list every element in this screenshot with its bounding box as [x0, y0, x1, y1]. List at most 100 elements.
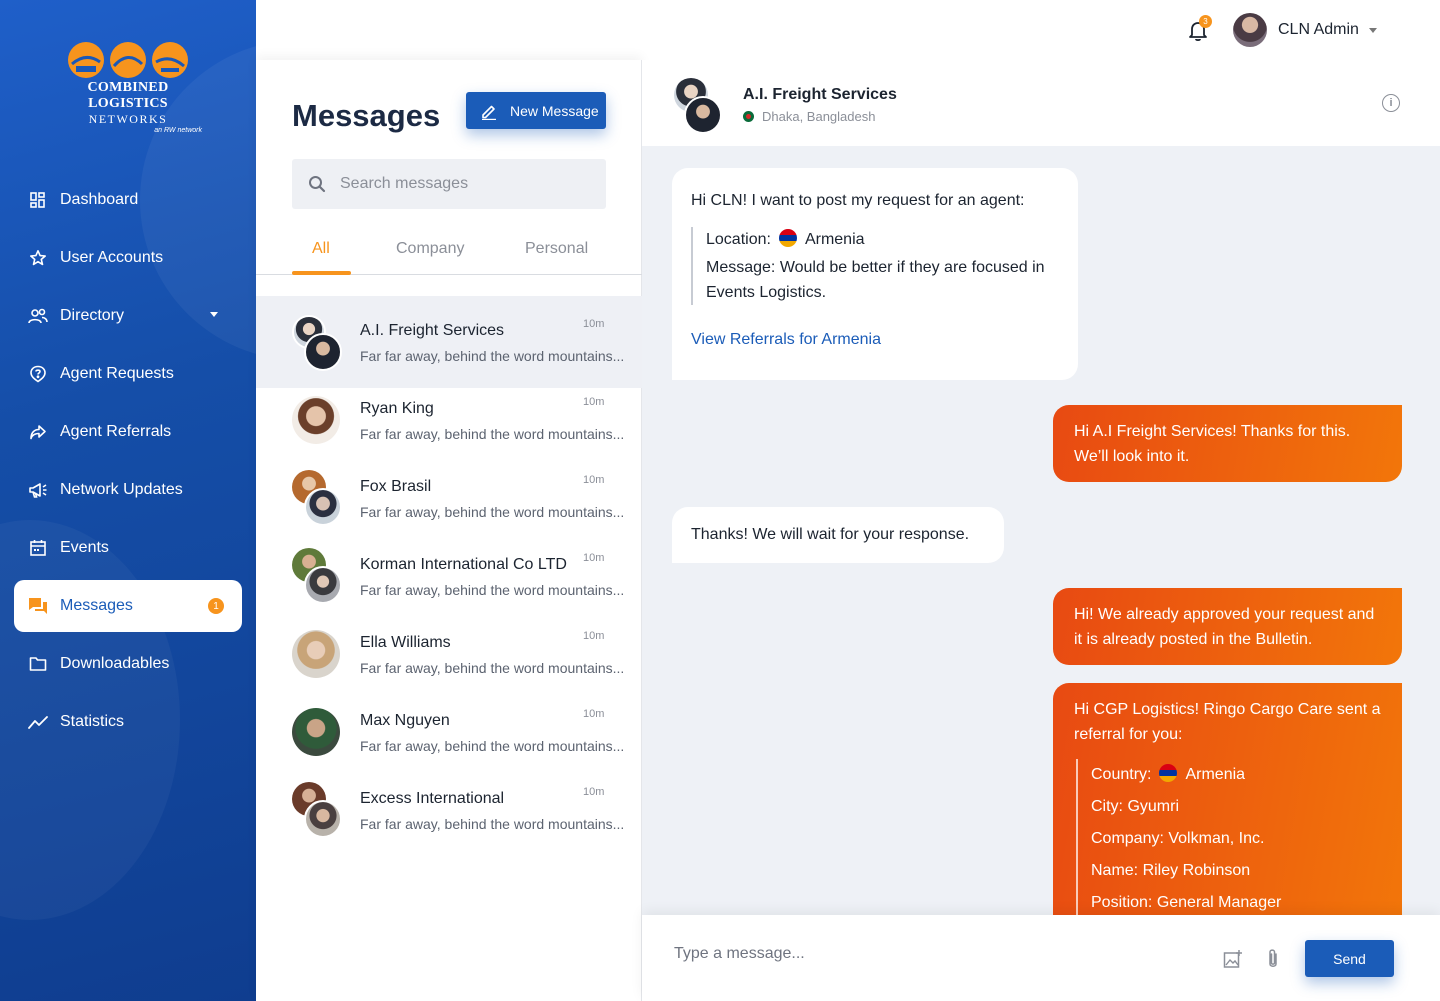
conversation-name: Fox Brasil — [360, 478, 432, 495]
message-input[interactable] — [674, 945, 1174, 963]
sidebar-item-downloadables[interactable]: Downloadables — [14, 638, 242, 690]
sidebar-item-events[interactable]: Events — [14, 522, 242, 574]
conversation-time: 10m — [583, 786, 605, 798]
avatar — [304, 488, 342, 526]
message-tabs: All Company Personal — [256, 228, 642, 275]
brand-tagline: an RW network — [154, 127, 202, 134]
incoming-message: Hi CLN! I want to post my request for an… — [672, 168, 1078, 380]
trend-icon — [28, 712, 48, 732]
user-name[interactable]: CLN Admin — [1278, 21, 1359, 39]
add-image-icon[interactable] — [1223, 949, 1243, 969]
conversation-item[interactable]: A.I. Freight Services Far far away, behi… — [256, 296, 642, 388]
sidebar-item-dashboard[interactable]: Dashboard — [14, 174, 242, 226]
message-text: Hi CLN! I want to post my request for an… — [691, 192, 1025, 209]
chat-contact-name: A.I. Freight Services — [743, 86, 897, 103]
sidebar: COMBINED LOGISTICS NETWORKS an RW networ… — [0, 0, 256, 1001]
conversation-name: A.I. Freight Services — [360, 322, 505, 339]
request-details: Location: Armenia Message: Would be bette… — [691, 227, 1059, 305]
outgoing-message: Hi A.I Freight Services! Thanks for this… — [1053, 405, 1402, 482]
request-message: Message: Would be better if they are foc… — [706, 259, 1045, 301]
top-bar: 3 CLN Admin — [256, 0, 1440, 60]
sidebar-item-label: User Accounts — [60, 249, 164, 266]
sidebar-item-messages[interactable]: Messages 1 — [14, 580, 242, 632]
conversation-time: 10m — [583, 474, 605, 486]
outgoing-message: Hi CGP Logistics! Ringo Cargo Care sent … — [1053, 683, 1402, 953]
flag-armenia-icon — [1159, 764, 1178, 782]
conversation-item[interactable]: Ryan King Far far away, behind the word … — [256, 388, 642, 466]
conversation-item[interactable]: Fox Brasil Far far away, behind the word… — [256, 466, 642, 544]
conversation-name: Max Nguyen — [360, 712, 450, 729]
sidebar-item-label: Agent Requests — [60, 365, 174, 382]
brand-logo[interactable]: COMBINED LOGISTICS NETWORKS an RW networ… — [50, 38, 206, 134]
sidebar-item-agent-requests[interactable]: Agent Requests — [14, 348, 242, 400]
dashboard-icon — [28, 190, 48, 210]
chat-contact-location: Dhaka, Bangladesh — [743, 109, 875, 124]
outgoing-message: Hi! We already approved your request and… — [1053, 588, 1402, 665]
sidebar-item-label: Messages — [60, 597, 133, 614]
search-box[interactable] — [292, 159, 606, 209]
message-text: Hi CGP Logistics! Ringo Cargo Care sent … — [1074, 701, 1381, 743]
sidebar-item-label: Statistics — [60, 713, 125, 730]
tab-company[interactable]: Company — [396, 240, 464, 258]
chevron-down-icon[interactable] — [210, 312, 218, 317]
sidebar-item-network-updates[interactable]: Network Updates — [14, 464, 242, 516]
sidebar-item-label: Downloadables — [60, 655, 170, 672]
message-text: Hi! We already approved your request and… — [1074, 606, 1375, 648]
brand-subname: NETWORKS — [88, 112, 168, 126]
avatar — [304, 800, 342, 838]
avatar — [292, 630, 340, 678]
message-composer: Send — [642, 915, 1440, 1001]
chevron-down-icon[interactable] — [1369, 28, 1377, 33]
conversation-snippet: Far far away, behind the word mountains.… — [360, 582, 625, 598]
conversation-snippet: Far far away, behind the word mountains.… — [360, 660, 625, 676]
avatar — [292, 708, 340, 756]
tab-personal[interactable]: Personal — [525, 240, 588, 258]
conversation-snippet: Far far away, behind the word mountains.… — [360, 816, 625, 832]
messages-list-panel: Messages New Message All Company Persona… — [256, 60, 642, 1001]
conversation-item[interactable]: Excess International Far far away, behin… — [256, 778, 642, 856]
info-icon[interactable]: i — [1382, 94, 1400, 112]
conversation-snippet: Far far away, behind the word mountains.… — [360, 348, 625, 364]
page-title: Messages — [292, 98, 441, 133]
referral-city: City: Gyumri — [1091, 798, 1179, 815]
avatar — [304, 333, 342, 371]
search-icon — [309, 176, 326, 193]
sidebar-item-directory[interactable]: Directory — [14, 290, 242, 342]
sidebar-item-agent-referrals[interactable]: Agent Referrals — [14, 406, 242, 458]
new-message-button[interactable]: New Message — [466, 92, 606, 129]
conversation-item[interactable]: Ella Williams Far far away, behind the w… — [256, 622, 642, 700]
avatar — [304, 566, 342, 604]
location-value: Armenia — [804, 231, 865, 248]
people-icon — [28, 306, 48, 326]
conversation-time: 10m — [583, 396, 605, 408]
search-input[interactable] — [340, 175, 580, 193]
conversation-name: Ryan King — [360, 400, 434, 417]
tab-all[interactable]: All — [312, 240, 330, 258]
folder-icon — [28, 654, 48, 674]
country-value: Armenia — [1185, 766, 1246, 783]
conversation-item[interactable]: Korman International Co LTD Far far away… — [256, 544, 642, 622]
question-icon — [28, 364, 48, 384]
incoming-message: Thanks! We will wait for your response. — [672, 507, 1004, 563]
sidebar-item-statistics[interactable]: Statistics — [14, 696, 242, 748]
location-text: Dhaka, Bangladesh — [762, 109, 876, 124]
calendar-icon — [28, 538, 48, 558]
conversation-item[interactable]: Max Nguyen Far far away, behind the word… — [256, 700, 642, 778]
new-message-label: New Message — [510, 102, 599, 119]
logo-globes-icon — [68, 42, 188, 78]
unread-badge: 1 — [208, 598, 224, 614]
flag-armenia-icon — [778, 229, 797, 247]
paperclip-icon[interactable] — [1265, 948, 1281, 970]
conversation-time: 10m — [583, 708, 605, 720]
sidebar-item-user-accounts[interactable]: User Accounts — [14, 232, 242, 284]
view-referrals-link[interactable]: View Referrals for Armenia — [691, 327, 1059, 352]
sidebar-item-label: Dashboard — [60, 191, 139, 208]
megaphone-icon — [28, 480, 48, 500]
send-button[interactable]: Send — [1305, 940, 1394, 977]
avatar[interactable] — [1233, 13, 1267, 47]
location-label: Location: — [706, 231, 771, 248]
conversation-time: 10m — [583, 318, 605, 330]
conversation-snippet: Far far away, behind the word mountains.… — [360, 504, 625, 520]
avatar — [292, 396, 340, 444]
referral-company: Company: Volkman, Inc. — [1091, 830, 1265, 847]
